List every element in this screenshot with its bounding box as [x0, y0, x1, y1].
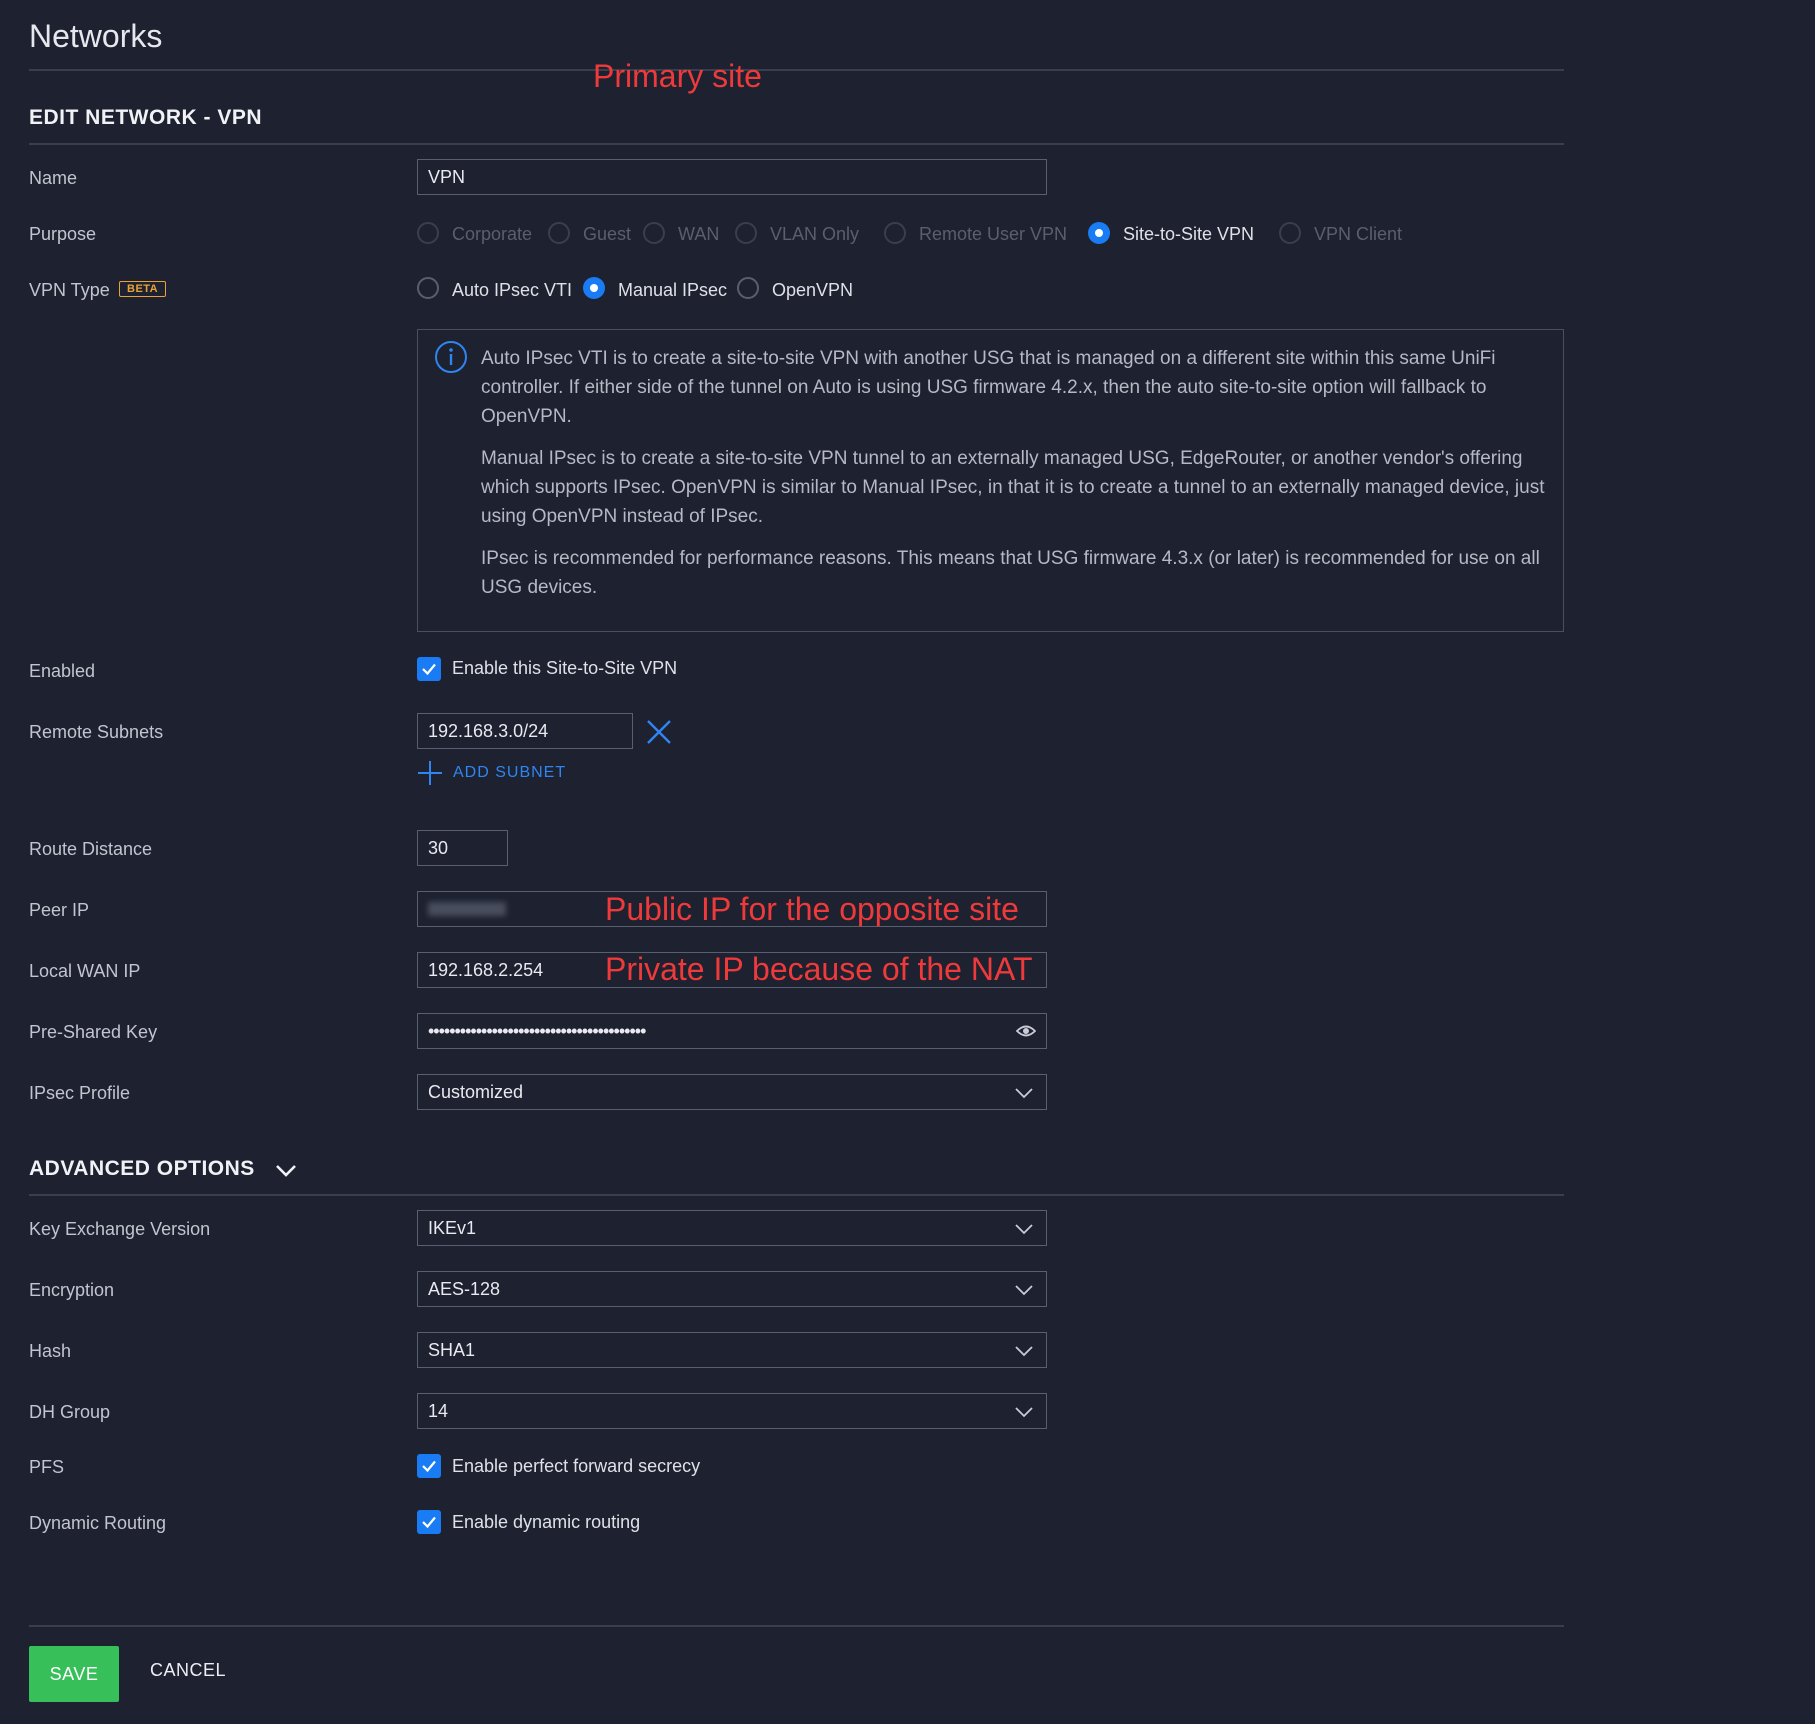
- vpn-type-radio-auto-ipsec-vti[interactable]: [417, 277, 439, 299]
- beta-badge: BETA: [119, 281, 167, 297]
- page-title: Networks: [29, 18, 163, 54]
- vpn-type-label: VPN Type: [29, 280, 110, 300]
- route-distance-input[interactable]: 30: [417, 830, 508, 866]
- purpose-radio-corporate[interactable]: [417, 222, 439, 244]
- key-exchange-version-label: Key Exchange Version: [29, 1219, 211, 1239]
- name-input[interactable]: VPN: [417, 159, 1047, 195]
- check-icon: [422, 663, 436, 676]
- info-paragraph-recommendation: IPsec is recommended for performance rea…: [481, 548, 1540, 598]
- footer-divider: [29, 1625, 1564, 1627]
- annotation-local-wan-ip: Private IP because of the NAT: [605, 951, 1033, 987]
- name-label: Name: [29, 168, 78, 188]
- redacted-peer-ip: [428, 902, 506, 916]
- dynamic-routing-label: Dynamic Routing: [29, 1513, 167, 1533]
- remove-subnet-close-icon[interactable]: [645, 718, 673, 746]
- info-icon: [435, 341, 467, 373]
- section-title: EDIT NETWORK - VPN: [29, 106, 262, 129]
- vpn-type-radio-openvpn[interactable]: [737, 277, 759, 299]
- remote-subnet-input[interactable]: 192.168.3.0/24: [417, 713, 633, 749]
- ipsec-profile-select[interactable]: Customized: [417, 1074, 1047, 1110]
- purpose-option-vpn-client[interactable]: VPN Client: [1314, 224, 1402, 245]
- eye-icon[interactable]: [1016, 1023, 1036, 1039]
- vpn-type-option-openvpn[interactable]: OpenVPN: [772, 280, 853, 301]
- local-wan-ip-label: Local WAN IP: [29, 961, 141, 981]
- enabled-label: Enabled: [29, 661, 96, 681]
- check-icon: [422, 1516, 436, 1529]
- pre-shared-key-label: Pre-Shared Key: [29, 1022, 158, 1042]
- vpn-type-info-box: Auto IPsec VTI is to create a site-to-si…: [417, 329, 1564, 632]
- chevron-down-icon: [1015, 1285, 1033, 1296]
- pfs-label: PFS: [29, 1457, 65, 1477]
- vpn-type-radio-manual-ipsec[interactable]: [583, 277, 605, 299]
- chevron-down-icon: [1015, 1346, 1033, 1357]
- pre-shared-key-masked: ••••••••••••••••••••••••••••••••••••••••…: [428, 1021, 646, 1041]
- chevron-down-icon: [1015, 1088, 1033, 1099]
- chevron-down-icon[interactable]: [275, 1160, 297, 1182]
- purpose-option-site-to-site-vpn[interactable]: Site-to-Site VPN: [1123, 224, 1254, 245]
- route-distance-label: Route Distance: [29, 839, 153, 859]
- plus-icon: [418, 761, 442, 785]
- add-subnet-label: ADD SUBNET: [453, 764, 567, 781]
- hash-value: SHA1: [428, 1340, 476, 1360]
- info-paragraph-manual: Manual IPsec is to create a site-to-site…: [481, 448, 1545, 527]
- purpose-radio-vpn-client[interactable]: [1279, 222, 1301, 244]
- purpose-option-vlan-only[interactable]: VLAN Only: [770, 224, 859, 245]
- cancel-button[interactable]: CANCEL: [150, 1660, 226, 1681]
- chevron-down-icon: [1015, 1224, 1033, 1235]
- annotation-primary-site: Primary site: [593, 58, 762, 94]
- check-icon: [422, 1460, 436, 1473]
- enabled-checkbox-label[interactable]: Enable this Site-to-Site VPN: [452, 658, 677, 679]
- purpose-radio-remote-user-vpn[interactable]: [884, 222, 906, 244]
- ipsec-profile-value: Customized: [428, 1082, 524, 1102]
- purpose-option-corporate[interactable]: Corporate: [452, 224, 532, 245]
- key-exchange-version-select[interactable]: IKEv1: [417, 1210, 1047, 1246]
- vpn-type-option-manual-ipsec[interactable]: Manual IPsec: [618, 280, 727, 301]
- ipsec-profile-label: IPsec Profile: [29, 1083, 131, 1103]
- pfs-checkbox[interactable]: [417, 1454, 441, 1478]
- section-divider: [29, 143, 1564, 145]
- save-button[interactable]: SAVE: [29, 1646, 119, 1702]
- dh-group-value: 14: [428, 1401, 449, 1421]
- enabled-checkbox[interactable]: [417, 657, 441, 681]
- advanced-divider: [29, 1194, 1564, 1196]
- peer-ip-label: Peer IP: [29, 900, 90, 920]
- purpose-radio-wan[interactable]: [643, 222, 665, 244]
- annotation-peer-ip: Public IP for the opposite site: [605, 891, 1019, 927]
- remote-subnets-label: Remote Subnets: [29, 722, 164, 742]
- encryption-value: AES-128: [428, 1279, 501, 1299]
- purpose-option-guest[interactable]: Guest: [583, 224, 631, 245]
- pfs-checkbox-label[interactable]: Enable perfect forward secrecy: [452, 1456, 700, 1477]
- hash-select[interactable]: SHA1: [417, 1332, 1047, 1368]
- chevron-down-icon: [1015, 1407, 1033, 1418]
- vpn-type-option-auto-ipsec-vti[interactable]: Auto IPsec VTI: [452, 280, 572, 301]
- info-paragraph-auto: Auto IPsec VTI is to create a site-to-si…: [481, 348, 1496, 427]
- encryption-select[interactable]: AES-128: [417, 1271, 1047, 1307]
- dh-group-select[interactable]: 14: [417, 1393, 1047, 1429]
- pre-shared-key-input[interactable]: ••••••••••••••••••••••••••••••••••••••••…: [417, 1013, 1047, 1049]
- purpose-radio-site-to-site-vpn[interactable]: [1088, 222, 1110, 244]
- purpose-radio-vlan-only[interactable]: [735, 222, 757, 244]
- hash-label: Hash: [29, 1341, 72, 1361]
- dh-group-label: DH Group: [29, 1402, 111, 1422]
- purpose-radio-guest[interactable]: [548, 222, 570, 244]
- advanced-options-toggle[interactable]: ADVANCED OPTIONS: [29, 1157, 255, 1181]
- dynamic-routing-checkbox[interactable]: [417, 1510, 441, 1534]
- purpose-option-remote-user-vpn[interactable]: Remote User VPN: [919, 224, 1067, 245]
- encryption-label: Encryption: [29, 1280, 115, 1300]
- dynamic-routing-checkbox-label[interactable]: Enable dynamic routing: [452, 1512, 640, 1533]
- purpose-option-wan[interactable]: WAN: [678, 224, 719, 245]
- purpose-label: Purpose: [29, 224, 97, 244]
- key-exchange-version-value: IKEv1: [428, 1218, 477, 1238]
- title-divider: [29, 69, 1564, 71]
